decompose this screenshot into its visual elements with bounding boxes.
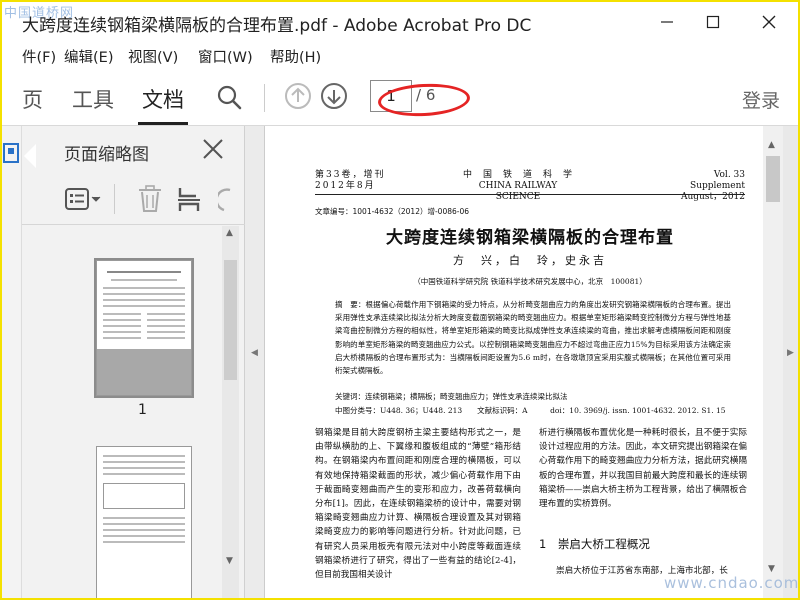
extract-page-button[interactable] <box>176 184 204 218</box>
page-thumbnail-1[interactable] <box>96 260 192 396</box>
thumbnail-list: 1 ▲ ▼ <box>22 226 245 598</box>
article-number: 文章编号：1001-4632（2012）增-0086-06 <box>315 207 470 216</box>
app-window: 中国道桥网 大跨度连续钢箱梁横隔板的合理布置.pdf - Adobe Acrob… <box>0 0 800 600</box>
body-column-left: 钢箱梁是目前大跨度钢桥主梁主要结构形式之一，是由带纵横肋的上、下翼缘和腹板组成的… <box>315 428 521 581</box>
article-affiliation: （中国铁道科学研究院 铁道科学技术研究发展中心，北京 100081） <box>413 277 647 286</box>
watermark-bottom-right: www.cndao.com <box>664 574 800 592</box>
active-tab-indicator <box>138 122 188 125</box>
article-classification: 中图分类号：U448. 36；U448. 213 文献标识码：A doi：10.… <box>335 406 726 415</box>
document-scrollbar[interactable]: ▲ ▼ <box>763 126 783 598</box>
login-link[interactable]: 登录 <box>742 86 780 113</box>
menu-help[interactable]: 帮助(H) <box>270 46 321 67</box>
thumbnail-page-label: 1 <box>138 402 147 418</box>
page-down-icon <box>321 83 347 109</box>
close-icon <box>203 139 223 159</box>
scroll-up-arrow-icon[interactable]: ▲ <box>768 140 775 150</box>
search-icon <box>217 85 242 110</box>
close-icon <box>762 15 776 29</box>
toolbar-separator <box>264 84 265 112</box>
right-pane-splitter[interactable]: ▶ <box>783 126 798 598</box>
panel-splitter[interactable]: ◀ <box>245 126 265 598</box>
pdf-header-left: 第33卷，增刊 2012年8月 <box>315 170 386 191</box>
panel-pointer <box>24 144 36 168</box>
thumbnail-options-icon <box>65 188 101 210</box>
menu-edit[interactable]: 编辑(E) <box>64 46 113 67</box>
article-title: 大跨度连续钢箱梁横隔板的合理布置 <box>386 228 674 248</box>
menu-file[interactable]: 件(F) <box>22 46 56 67</box>
panel-divider <box>22 224 245 225</box>
tool-separator <box>114 184 115 214</box>
page-thumbnail-2[interactable] <box>96 446 192 598</box>
article-keywords: 关键词：连续钢箱梁；横隔板；畸变翘曲应力；弹性支承连续梁比拟法 <box>335 392 568 401</box>
maximize-icon <box>706 15 720 29</box>
expand-right-pane-arrow-icon[interactable]: ▶ <box>787 348 794 358</box>
previous-page-button[interactable] <box>284 82 312 110</box>
document-scrollbar-thumb[interactable] <box>766 156 780 202</box>
panel-close-button[interactable] <box>200 136 226 162</box>
page-up-icon <box>285 83 311 109</box>
left-tool-column <box>2 126 22 598</box>
minimize-button[interactable] <box>644 2 690 42</box>
maximize-button[interactable] <box>690 2 736 42</box>
window-title: 大跨度连续钢箱梁横隔板的合理布置.pdf - Adobe Acrobat Pro… <box>22 16 532 36</box>
scroll-down-arrow-icon[interactable]: ▼ <box>768 564 775 574</box>
scroll-up-arrow-icon[interactable]: ▲ <box>226 228 233 238</box>
collapse-panel-arrow-icon[interactable]: ◀ <box>251 348 258 358</box>
article-abstract: 摘 要：根据偏心荷载作用下钢箱梁的受力特点，从分析畸变翘曲应力的角度出发研究钢箱… <box>335 300 731 376</box>
rotate-page-button[interactable] <box>215 184 232 218</box>
close-window-button[interactable] <box>746 2 792 42</box>
next-page-button[interactable] <box>320 82 348 110</box>
delete-page-button[interactable] <box>136 184 164 218</box>
body-column-right: 析进行横隔板布置优化是一种耗时很长，且不便于实际设计过程应用的方法。因此，本文研… <box>539 428 747 510</box>
menu-view[interactable]: 视图(V) <box>128 46 178 67</box>
thumbnail-figure <box>103 483 185 509</box>
menu-bar: 件(F) 编辑(E) 视图(V) 窗口(W) 帮助(H) <box>2 42 798 68</box>
section-heading: 1 崇启大桥工程概况 <box>539 537 650 551</box>
pdf-header-rule <box>315 194 745 195</box>
pdf-header-center: 中 国 铁 道 科 学 CHINA RAILWAY SCIENCE <box>463 170 574 202</box>
document-view[interactable]: 第33卷，增刊 2012年8月 中 国 铁 道 科 学 CHINA RAILWA… <box>265 126 763 598</box>
thumbnail-viewport-shade <box>97 349 191 395</box>
scroll-down-arrow-icon[interactable]: ▼ <box>226 556 233 566</box>
title-bar: 中国道桥网 大跨度连续钢箱梁横隔板的合理布置.pdf - Adobe Acrob… <box>2 2 798 42</box>
thumbnail-options-button[interactable] <box>64 186 104 216</box>
delete-page-icon <box>139 185 161 212</box>
page-thumbnails-icon[interactable] <box>2 138 22 178</box>
menu-window[interactable]: 窗口(W) <box>198 46 253 67</box>
tab-tools[interactable]: 工具 <box>72 84 114 114</box>
panel-title: 页面缩略图 <box>64 145 149 165</box>
article-authors: 方 兴，白 玲，史永吉 <box>453 254 607 267</box>
rotate-page-icon <box>215 188 231 212</box>
pdf-header-right: Vol. 33 Supplement August，2012 <box>681 170 755 202</box>
thumbnail-scrollbar-thumb[interactable] <box>224 260 237 380</box>
minimize-icon <box>661 21 673 23</box>
tab-document[interactable]: 文档 <box>142 84 184 114</box>
thumbnail-scrollbar[interactable]: ▲ ▼ <box>222 226 239 598</box>
thumbnail-panel: 页面缩略图 1 ▲ ▼ <box>22 126 245 598</box>
search-button[interactable] <box>214 82 244 112</box>
tab-home[interactable]: 页 <box>22 84 43 114</box>
extract-page-icon <box>178 188 200 211</box>
thumbnail-toolbar <box>22 176 245 222</box>
